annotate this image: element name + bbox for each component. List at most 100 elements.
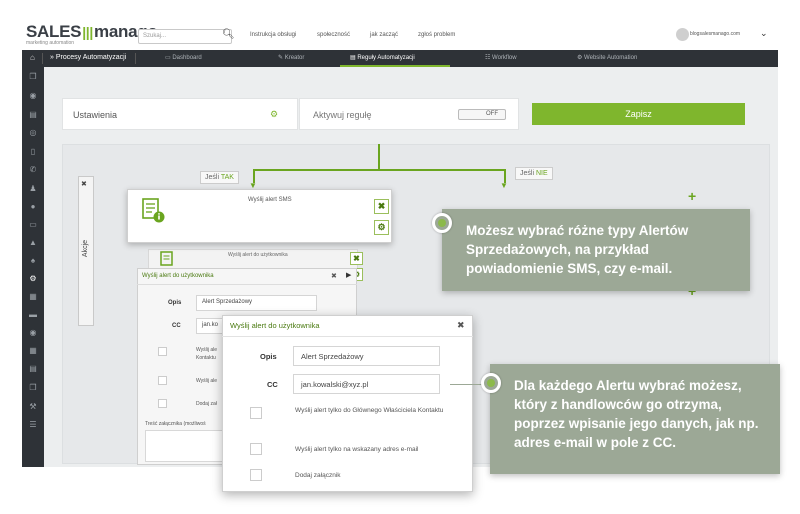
close-icon[interactable]: ✖ [350, 252, 363, 265]
option-owner: Wyślij alert tylko do Głównego Właścicie… [295, 407, 444, 414]
no-branch-label: Jeśli NIE [515, 167, 553, 180]
form-title: Wyślij alert do użytkownika [230, 321, 320, 330]
card-title: Wyślij alert SMS [248, 197, 292, 203]
gear-icon[interactable]: ⚙ [374, 220, 389, 235]
user-name[interactable]: blogsalesmanago.com [690, 31, 740, 37]
sidebar-calendar-icon[interactable]: ▦ [27, 346, 39, 355]
tooltip-marker-dot [438, 219, 446, 227]
sidebar-grid-icon[interactable]: ▦ [27, 292, 39, 301]
sidebar-users-icon[interactable]: ♟ [27, 184, 39, 193]
checkbox-owner[interactable] [250, 407, 262, 419]
sidebar-group-icon[interactable]: ♠ [27, 256, 39, 265]
avatar[interactable] [676, 28, 689, 41]
logo-bars-icon: ||| [82, 24, 94, 40]
checkbox[interactable] [158, 376, 167, 385]
sidebar-copy-icon[interactable]: ❐ [27, 72, 39, 81]
close-icon[interactable]: ✖ [457, 320, 465, 331]
option-attach: Dodaj zał [196, 401, 217, 407]
no-value: NIE [535, 170, 548, 177]
tab-label: Dashboard [172, 55, 202, 61]
tab-rules[interactable]: ▤ Reguły Automatyzacji [350, 54, 415, 61]
sidebar-gears-icon[interactable]: ⚙ [27, 274, 39, 283]
yes-branch-label: Jeśli TAK [200, 171, 239, 184]
attachment-textarea[interactable] [145, 430, 225, 462]
sidebar-wrench-icon[interactable]: ⚒ [27, 402, 39, 411]
sidebar-chart-icon[interactable]: ▬ [27, 310, 39, 319]
tab-workflow[interactable]: ☷ Workflow [485, 54, 517, 61]
checkbox-attach[interactable] [250, 469, 262, 481]
tooltip-marker-dot [487, 379, 495, 387]
plus-icon[interactable]: + [688, 188, 696, 204]
tab-label: Website Automation [584, 55, 638, 61]
save-button[interactable]: Zapisz [532, 103, 745, 125]
cc-input[interactable]: jan.kowalski@xyz.pl [293, 374, 440, 394]
desc-label: Opis [260, 352, 277, 361]
option-email: Wyślij alert tylko na wskazany adres e-m… [295, 446, 419, 453]
link-community[interactable]: społeczność [317, 32, 350, 38]
yes-value: TAK [220, 174, 234, 181]
flow-connector [378, 144, 380, 170]
desc-input[interactable]: Alert Sprzedażowy [293, 346, 440, 366]
sidebar-support-icon[interactable]: ◉ [27, 328, 39, 337]
tooltip-text: Możesz wybrać różne typy Alertów Sprzeda… [466, 223, 689, 276]
settings-label: Ustawienia [73, 110, 118, 120]
nav-divider [135, 53, 136, 64]
gear-icon[interactable]: ⚙ [270, 109, 278, 120]
checkbox[interactable] [158, 399, 167, 408]
sidebar-database-icon[interactable]: ▤ [27, 364, 39, 373]
activate-label: Aktywuj regułę [313, 110, 372, 120]
sidebar-globe-icon[interactable]: ◎ [27, 128, 39, 137]
nav-section-label: Procesy Automatyzacji [55, 54, 127, 61]
close-icon[interactable]: ✖ [331, 272, 337, 280]
nav-section-title[interactable]: » Procesy Automatyzacji [50, 54, 126, 61]
flow-connector [253, 169, 506, 171]
sidebar-files-icon[interactable]: ❐ [27, 383, 39, 392]
tooltip-marker [481, 373, 501, 393]
checkbox[interactable] [158, 347, 167, 356]
attachment-text-label: Treść załącznika (możliwoś [145, 421, 206, 427]
sidebar-card-icon[interactable]: ▤ [27, 110, 39, 119]
desc-input[interactable]: Alert Sprzedażowy [196, 295, 317, 311]
link-getting-started[interactable]: jak zacząć [370, 32, 398, 38]
activate-toggle[interactable] [458, 109, 506, 120]
option-owner-2: Kontaktu [196, 355, 216, 361]
option-email: Wyślij ale [196, 378, 218, 384]
sidebar-monitor-icon[interactable]: ▭ [27, 220, 39, 229]
no-prefix: Jeśli [520, 170, 536, 177]
sidebar-sliders-icon[interactable]: ☰ [27, 420, 39, 429]
tab-kreator[interactable]: ✎ Kreator [278, 54, 304, 61]
chevron-down-icon[interactable]: ⌄ [760, 28, 768, 39]
document-icon [142, 198, 165, 223]
nav-divider [42, 53, 43, 64]
tab-label: Workflow [492, 55, 517, 61]
cc-label: CC [267, 380, 278, 389]
tooltip-marker [432, 213, 452, 233]
link-report-problem[interactable]: zgłoś problem [418, 32, 455, 38]
logo-text-1: SALES [26, 22, 82, 41]
sidebar-phone-icon[interactable]: ✆ [27, 165, 39, 174]
link-instructions[interactable]: Instrukcja obsługi [250, 32, 296, 38]
tab-website-automation[interactable]: ⚙ Website Automation [577, 54, 637, 61]
search-icon[interactable]: 🔍︎ [222, 29, 235, 40]
sidebar-megaphone-icon[interactable]: ▲ [27, 238, 39, 247]
arrow-right-icon: ▶ [346, 272, 352, 279]
close-icon[interactable]: ✖ [81, 180, 87, 188]
sidebar-mobile-icon[interactable]: ▯ [27, 147, 39, 156]
actions-label: Akcje [82, 239, 90, 258]
home-icon[interactable]: ⌂ [30, 53, 35, 62]
cc-label: CC [172, 323, 181, 329]
sidebar-chat-icon[interactable]: ● [27, 202, 39, 211]
checkbox-email[interactable] [250, 443, 262, 455]
search-input[interactable]: Szukaj... [138, 29, 232, 44]
close-icon[interactable]: ✖ [374, 199, 389, 214]
logo-tagline: marketing automation [26, 40, 75, 46]
toggle-state: OFF [486, 111, 498, 117]
card-title: Wyślij alert do użytkownika [228, 252, 288, 258]
tab-dashboard[interactable]: ▭ Dashboard [165, 54, 202, 61]
form-title: Wyślij alert do użytkownika [142, 273, 214, 279]
sidebar-eye-icon[interactable]: ◉ [27, 91, 39, 100]
tab-label: Kreator [284, 55, 305, 61]
desc-label: Opis [168, 300, 182, 306]
yes-prefix: Jeśli [205, 174, 221, 181]
option-attach: Dodaj załącznik [295, 472, 341, 479]
